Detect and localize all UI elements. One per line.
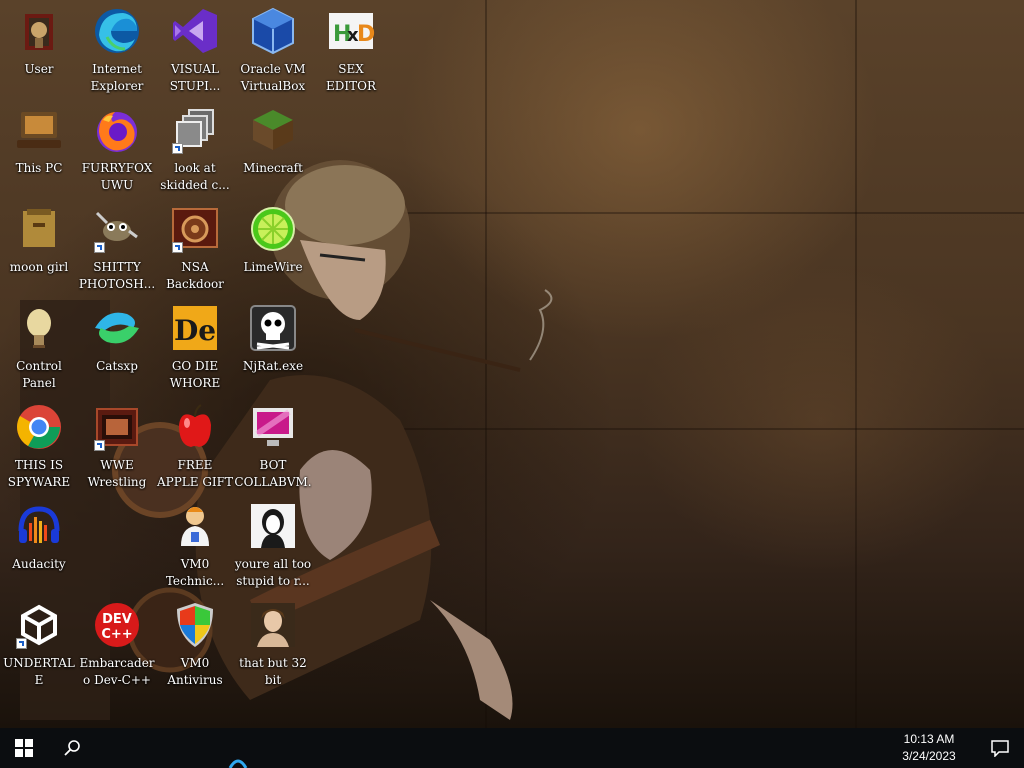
edge-browser-icon	[92, 6, 142, 56]
clock-time: 10:13 AM	[903, 732, 955, 746]
desktop-icon-visual-stupi[interactable]: VISUAL STUPI...	[156, 2, 234, 98]
action-center-button[interactable]	[976, 728, 1024, 768]
gimp-icon	[92, 204, 142, 254]
system-clock[interactable]: 10:13 AM 3/24/2023	[884, 731, 974, 765]
desktop-icon-minecraft[interactable]: Minecraft	[234, 101, 312, 197]
desktop-icon-oracle-vm-virtualbox[interactable]: Oracle VM VirtualBox	[234, 2, 312, 98]
desktop-icon-catsxp[interactable]: Catsxp	[78, 299, 156, 395]
de-editor-icon: De	[170, 303, 220, 353]
desktop-icon-youre-all-too-stupid[interactable]: youre all too stupid to r...	[234, 497, 312, 593]
hxd-editor-icon: H x D	[326, 6, 376, 56]
gear-shortcut-icon	[170, 204, 220, 254]
desktop-icon-wwe-wrestling[interactable]: WWE Wrestling	[78, 398, 156, 494]
desktop-icon-that-but-32-bit[interactable]: that but 32 bit	[234, 596, 312, 692]
desktop-icon-look-at-skidded[interactable]: look at skidded c...	[156, 101, 234, 197]
audacity-icon	[14, 501, 64, 551]
apple-icon	[170, 402, 220, 452]
firefox-icon	[92, 105, 142, 155]
desktop-icon-embarcadero-dev-cpp[interactable]: DEV C++ Embarcadero Dev-C++	[78, 596, 156, 692]
taskbar-app-indicator[interactable]	[226, 728, 250, 768]
desktop-icon-this-is-spyware[interactable]: THIS IS SPYWARE	[0, 398, 78, 494]
shortcut-arrow-icon	[94, 242, 105, 253]
desktop-icon-bot-collabvm[interactable]: BOT COLLABVM...	[234, 398, 312, 494]
folder-icon	[14, 204, 64, 254]
devcpp-icon: DEV C++	[92, 600, 142, 650]
desktop-icon-go-die-whore[interactable]: De GO DIE WHORE	[156, 299, 234, 395]
desktop-icon-vm0-technician[interactable]: VM0 Technic...	[156, 497, 234, 593]
shortcut-arrow-icon	[172, 143, 183, 154]
svg-text:DEV: DEV	[102, 612, 132, 627]
desktop-icon-limewire[interactable]: LimeWire	[234, 200, 312, 296]
search-button[interactable]	[48, 728, 96, 768]
chrome-icon	[14, 402, 64, 452]
desktop-icon-audacity[interactable]: Audacity	[0, 497, 78, 593]
virtualbox-icon	[248, 6, 298, 56]
desktop-icon-sex-editor[interactable]: H x D SEX EDITOR	[312, 2, 390, 98]
monitor-icon	[248, 402, 298, 452]
search-icon	[64, 740, 80, 756]
control-panel-icon	[14, 303, 64, 353]
stacked-windows-icon	[170, 105, 220, 155]
technician-icon	[170, 501, 220, 551]
minecraft-block-icon	[248, 105, 298, 155]
desktop-icon-shitty-photosh[interactable]: SHITTY PHOTOSH...	[78, 200, 156, 296]
desktop-icon-control-panel[interactable]: Control Panel	[0, 299, 78, 395]
shortcut-arrow-icon	[16, 638, 27, 649]
desktop-icon-this-pc[interactable]: This PC	[0, 101, 78, 197]
desktop-icon-internet-explorer[interactable]: Internet Explorer	[78, 2, 156, 98]
svg-text:De: De	[174, 314, 216, 347]
svg-text:D: D	[357, 22, 375, 47]
computer-icon	[14, 105, 64, 155]
taskbar: 10:13 AM 3/24/2023	[0, 728, 1024, 768]
windows-start-icon	[15, 739, 33, 757]
unity-icon	[14, 600, 64, 650]
notification-icon	[991, 740, 1009, 757]
clock-date: 3/24/2023	[902, 749, 956, 763]
limewire-icon	[248, 204, 298, 254]
portrait-image-icon	[248, 501, 298, 551]
shortcut-arrow-icon	[172, 242, 183, 253]
desktop-icon-njrat[interactable]: NjRat.exe	[234, 299, 312, 395]
game-window-icon	[92, 402, 142, 452]
skull-icon	[248, 303, 298, 353]
desktop-icon-undertale[interactable]: UNDERTALE	[0, 596, 78, 692]
desktop-icon-vm0-antivirus[interactable]: VM0 Antivirus	[156, 596, 234, 692]
desktop-icon-nsa-backdoor[interactable]: NSA Backdoor	[156, 200, 234, 296]
visual-studio-icon	[170, 6, 220, 56]
catsxp-browser-icon	[92, 303, 142, 353]
user-folder-icon	[14, 6, 64, 56]
shield-icon	[170, 600, 220, 650]
desktop-icon-moon-girl[interactable]: moon girl	[0, 200, 78, 296]
start-button[interactable]	[0, 728, 48, 768]
desktop-icon-furryfox-uwu[interactable]: FURRYFOX UWU	[78, 101, 156, 197]
shortcut-arrow-icon	[94, 440, 105, 451]
desktop-icon-free-apple-gift-card[interactable]: FREE APPLE GIFT CAR...	[156, 398, 234, 494]
svg-text:C++: C++	[101, 627, 132, 642]
app-pinned-icon	[228, 759, 248, 768]
desktop-icon-user[interactable]: User	[0, 2, 78, 98]
portrait-painting-icon	[248, 600, 298, 650]
